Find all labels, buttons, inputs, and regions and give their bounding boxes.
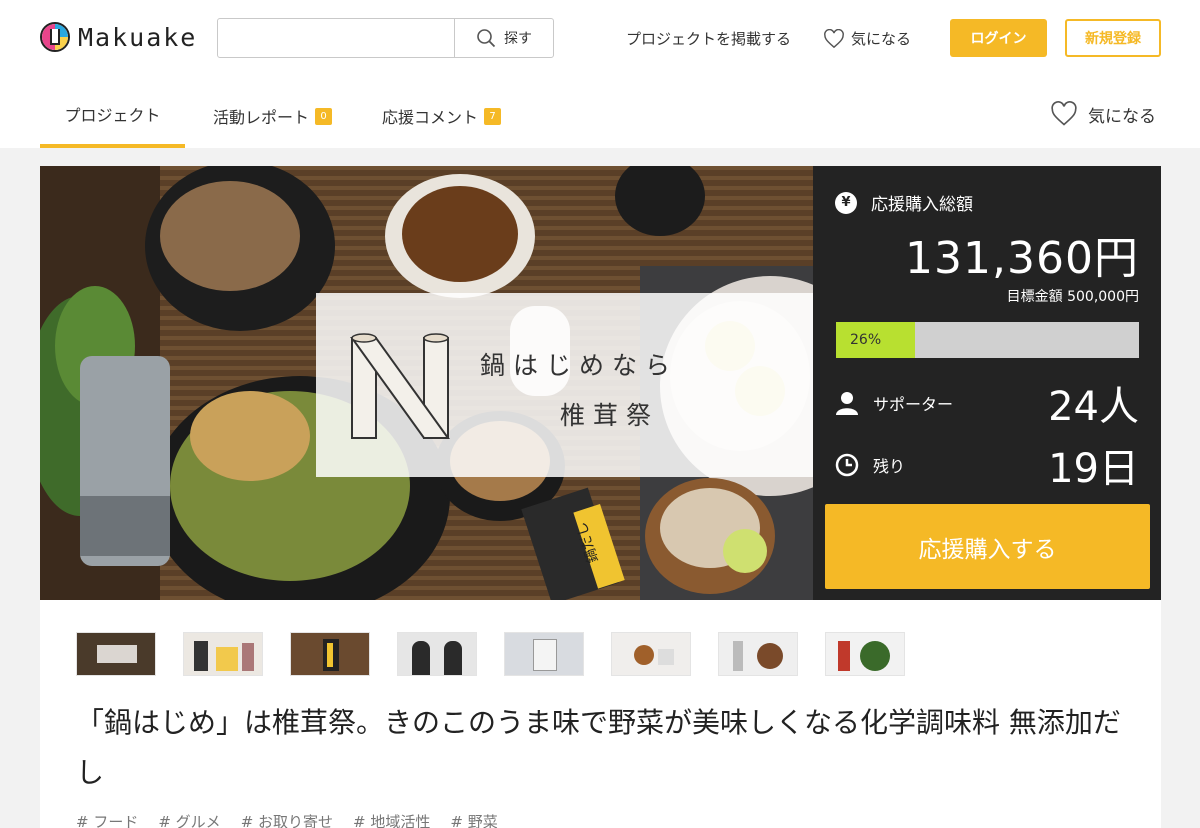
thumbnail-8[interactable] — [825, 632, 905, 676]
post-project-link[interactable]: プロジェクトを掲載する — [626, 28, 791, 49]
tag-link[interactable]: # 野菜 — [450, 811, 497, 828]
support-purchase-button[interactable]: 応援購入する — [825, 504, 1150, 589]
tag-link[interactable]: # 地域活性 — [353, 811, 430, 828]
supporters-row: サポーター 24人 — [835, 378, 1139, 430]
total-label: 応援購入総額 — [871, 195, 973, 215]
thumbnail-5[interactable] — [504, 632, 584, 676]
thumbnail-strip — [76, 632, 932, 676]
logo-text: Makuake — [78, 22, 198, 52]
search-button[interactable]: 探す — [454, 19, 553, 57]
thumbnail-7[interactable] — [718, 632, 798, 676]
heart-icon — [824, 28, 844, 48]
search-box: 探す — [217, 18, 554, 58]
thumbnail-2[interactable] — [183, 632, 263, 676]
signup-button[interactable]: 新規登録 — [1065, 19, 1161, 57]
project-main: 鍋だし 鍋はじめなら 椎茸祭 ¥ 応援購入総額 131,360円 目標金額 50… — [40, 166, 1161, 828]
count-badge: 7 — [484, 107, 502, 125]
tag-link[interactable]: # お取り寄せ — [241, 811, 333, 828]
site-header: Makuake 探す プロジェクトを掲載する 気になる ログイン 新規登録 プロ… — [0, 0, 1200, 148]
heart-icon — [1051, 101, 1077, 126]
remaining-row: 残り 19日 — [835, 440, 1139, 492]
thumbnail-3[interactable] — [290, 632, 370, 676]
goal-amount: 目標金額 500,000円 — [1006, 289, 1139, 305]
makuake-logo[interactable]: Makuake — [40, 22, 197, 52]
overlay-line2-text: 椎茸祭 — [560, 401, 659, 430]
tab-project[interactable]: プロジェクト — [40, 84, 185, 148]
funding-panel: ¥ 応援購入総額 131,360円 目標金額 500,000円 26% サポータ… — [813, 166, 1161, 600]
favorite-link[interactable]: 気になる — [823, 28, 911, 49]
count-badge: 0 — [315, 107, 333, 125]
funding-amount: 131,360円 — [905, 233, 1139, 284]
favorite-label: 気になる — [851, 30, 912, 48]
thumbnail-6[interactable] — [611, 632, 691, 676]
hero-food-illustration: 鍋だし 鍋はじめなら 椎茸祭 — [40, 166, 813, 600]
logo-mark-icon — [40, 22, 70, 52]
project-tabs: プロジェクト 活動レポート 0 応援コメント 7 — [40, 84, 525, 148]
thumbnail-4[interactable] — [397, 632, 477, 676]
tab-activity-report[interactable]: 活動レポート 0 — [189, 84, 356, 148]
yen-icon: ¥ — [835, 191, 857, 214]
tag-link[interactable]: # フード — [76, 811, 138, 828]
clock-icon — [835, 453, 859, 477]
search-input[interactable] — [218, 19, 454, 57]
progress-bar: 26% — [836, 322, 1139, 358]
total-label-row: ¥ 応援購入総額 — [835, 190, 973, 215]
hero-image[interactable]: 鍋だし 鍋はじめなら 椎茸祭 — [40, 166, 813, 600]
remaining-label: 残り — [873, 457, 906, 476]
person-icon — [835, 391, 859, 415]
tab-support-comments[interactable]: 応援コメント 7 — [358, 84, 525, 148]
thumbnail-1[interactable] — [76, 632, 156, 676]
tag-link[interactable]: # グルメ — [158, 811, 220, 828]
supporters-value: 24人 — [1048, 384, 1139, 430]
supporters-label: サポーター — [873, 395, 954, 414]
remaining-value: 19日 — [1048, 446, 1139, 492]
tab-label: 活動レポート — [213, 108, 310, 127]
favorite-tab-label: 気になる — [1088, 106, 1156, 127]
overlay-line1-text: 鍋はじめなら — [480, 351, 678, 380]
tab-label: プロジェクト — [64, 106, 161, 125]
tag-list: # フード # グルメ # お取り寄せ # 地域活性 # 野菜 — [76, 811, 518, 828]
progress-percent: 26% — [850, 332, 882, 348]
search-icon — [477, 29, 496, 48]
login-button[interactable]: ログイン — [950, 19, 1047, 57]
project-title: 「鍋はじめ」は椎茸祭。きのこのうま味で野菜が美味しくなる化学調味料 無添加だし — [76, 706, 1121, 789]
favorite-tab-button[interactable]: 気になる — [1050, 101, 1156, 127]
search-button-label: 探す — [504, 31, 532, 47]
tab-label: 応援コメント — [382, 108, 479, 127]
